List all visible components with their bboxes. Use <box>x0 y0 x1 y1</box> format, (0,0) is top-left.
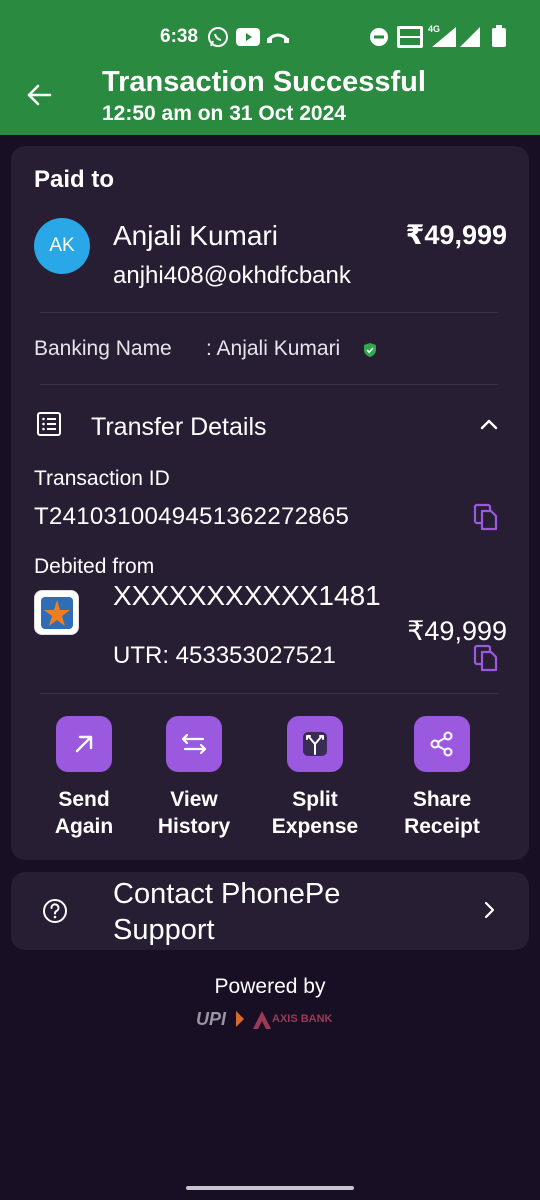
divider <box>40 312 498 313</box>
split-icon <box>303 732 327 756</box>
share-receipt-button[interactable]: Share Receipt <box>387 716 497 840</box>
copy-utr-icon[interactable] <box>473 644 499 672</box>
send-again-icon-button[interactable] <box>56 716 112 772</box>
axis-bank-logo-icon <box>253 1011 271 1029</box>
banking-name-value: : Anjali Kumari <box>206 337 341 360</box>
status-time: 6:38 <box>160 26 199 47</box>
transaction-card: Paid to AK Anjali Kumari ₹49,999 anjhi40… <box>11 146 529 860</box>
page-title: Transaction Successful <box>102 66 426 98</box>
send-again-button[interactable]: Send Again <box>29 716 139 840</box>
copy-transaction-id-icon[interactable] <box>473 503 499 531</box>
arrow-up-right-icon <box>75 735 93 753</box>
debited-from-label: Debited from <box>34 555 155 578</box>
split-expense-button[interactable]: Split Expense <box>260 716 370 840</box>
send-again-label: Send Again <box>54 788 114 838</box>
signal-icon-1 <box>432 27 456 47</box>
split-expense-label: Split Expense <box>271 788 359 838</box>
help-question-icon <box>43 899 67 923</box>
share-receipt-label: Share Receipt <box>404 788 480 838</box>
utr-number: UTR: 453353027521 <box>113 642 336 669</box>
home-indicator[interactable] <box>186 1186 354 1190</box>
powered-by-label: Powered by <box>214 975 326 998</box>
bank-of-india-star-icon <box>40 596 73 629</box>
view-history-label: View History <box>157 788 231 838</box>
divider <box>40 384 498 385</box>
payee-name: Anjali Kumari <box>113 220 278 251</box>
share-receipt-icon-button[interactable] <box>414 716 470 772</box>
transfer-details-title: Transfer Details <box>91 413 267 441</box>
transaction-id-label: Transaction ID <box>34 467 170 490</box>
debited-amount: ₹49,999 <box>407 616 507 646</box>
transaction-datetime: 12:50 am on 31 Oct 2024 <box>102 102 346 125</box>
verified-shield-icon <box>364 343 376 357</box>
view-history-icon-button[interactable] <box>166 716 222 772</box>
banking-name-label: Banking Name <box>34 337 172 360</box>
contact-support-row[interactable]: Contact PhonePe Support <box>11 872 529 950</box>
divider <box>40 693 498 694</box>
back-arrow-icon[interactable] <box>22 78 56 112</box>
whatsapp-icon <box>208 27 228 47</box>
status-bar: 6:38 4G <box>0 0 540 56</box>
partner-logos: UPI AXIS BANK <box>196 1008 346 1032</box>
receipt-list-icon <box>37 412 61 436</box>
volte-icon <box>397 26 423 48</box>
battery-icon <box>492 25 506 47</box>
axis-bank-logo-text: AXIS BANK <box>272 1013 333 1025</box>
chevron-up-icon[interactable] <box>477 412 501 436</box>
contact-support-label[interactable]: Contact PhonePe Support <box>113 876 433 948</box>
payee-avatar: AK <box>34 218 90 274</box>
upi-logo: UPI <box>196 1009 227 1029</box>
youtube-icon <box>236 28 260 46</box>
missed-call-icon <box>266 33 290 43</box>
swap-arrows-icon <box>181 733 207 755</box>
view-history-button[interactable]: View History <box>139 716 249 840</box>
paid-to-label: Paid to <box>34 166 115 193</box>
transaction-id-value: T2410310049451362272865 <box>34 503 350 530</box>
paid-amount: ₹49,999 <box>405 220 507 250</box>
signal-icon-2 <box>460 27 480 47</box>
debit-account-number: XXXXXXXXXXX1481 <box>113 580 381 611</box>
share-icon <box>430 731 453 757</box>
chevron-right-icon[interactable] <box>478 899 500 921</box>
payee-upi-id: anjhi408@okhdfcbank <box>113 262 351 289</box>
bank-logo <box>34 590 79 635</box>
dnd-icon <box>370 28 388 46</box>
split-expense-icon-button[interactable] <box>287 716 343 772</box>
app-bar: Transaction Successful 12:50 am on 31 Oc… <box>0 56 540 135</box>
upi-arrow-icon <box>236 1011 244 1027</box>
